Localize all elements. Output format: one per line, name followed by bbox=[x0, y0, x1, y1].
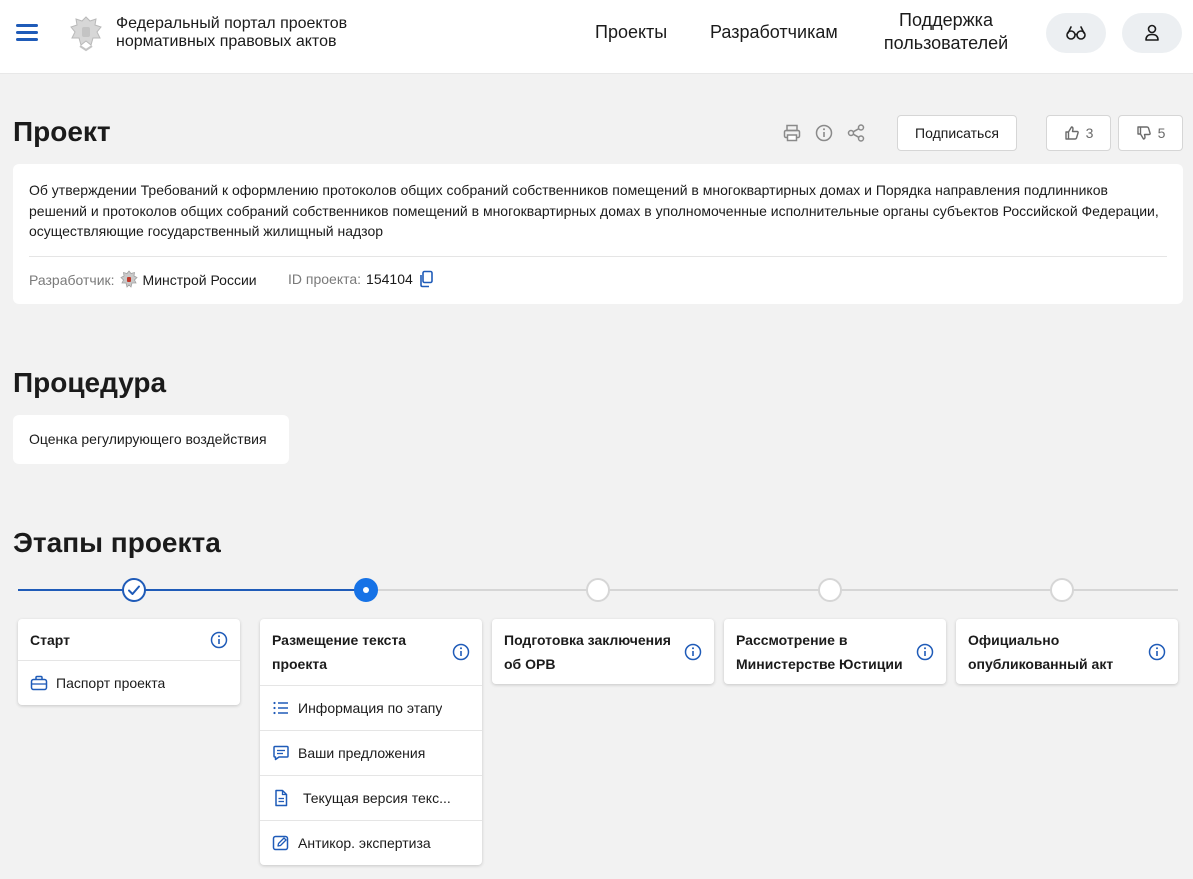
procedure-value: Оценка регулирующего воздействия bbox=[29, 431, 267, 447]
developer-name[interactable]: Минстрой России bbox=[143, 272, 257, 288]
stage-link-label: Информация по этапу bbox=[298, 700, 443, 716]
share-icon[interactable] bbox=[846, 123, 866, 143]
user-icon bbox=[1145, 24, 1159, 41]
stepper-progress-line bbox=[18, 589, 366, 591]
step-2-current bbox=[354, 578, 378, 602]
coat-of-arms-icon bbox=[70, 16, 102, 52]
stage-card-justice-review: Рассмотрение в Министерстве Юстиции bbox=[724, 619, 946, 684]
stage-header: Официально опубликованный акт bbox=[956, 619, 1178, 684]
glasses-icon bbox=[1066, 26, 1086, 40]
stage-name: Старт bbox=[30, 631, 70, 648]
dislike-count: 5 bbox=[1157, 125, 1166, 141]
stage-name: Официально опубликованный акт bbox=[968, 631, 1114, 672]
step-3-pending bbox=[586, 578, 610, 602]
accessibility-button[interactable] bbox=[1046, 13, 1106, 53]
stages-title: Этапы проекта bbox=[13, 527, 221, 558]
project-id-label: ID проекта: bbox=[288, 271, 362, 287]
like-button[interactable]: 3 bbox=[1046, 115, 1111, 151]
copy-icon[interactable] bbox=[418, 270, 434, 288]
step-1-done bbox=[122, 578, 146, 602]
thumbs-down-icon bbox=[1136, 126, 1151, 140]
comment-icon bbox=[273, 745, 289, 761]
briefcase-icon bbox=[30, 675, 48, 691]
stage-link-label: Ваши предложения bbox=[298, 745, 426, 761]
top-header: Федеральный портал проектов нормативных … bbox=[0, 0, 1193, 74]
info-icon[interactable] bbox=[452, 643, 470, 661]
stage-link-passport[interactable]: Паспорт проекта bbox=[18, 660, 240, 705]
divider bbox=[29, 256, 1167, 257]
info-icon[interactable] bbox=[814, 123, 834, 143]
stage-link-anticorruption[interactable]: Антикор. экспертиза bbox=[260, 820, 482, 865]
portal-title[interactable]: Федеральный портал проектов нормативных … bbox=[116, 15, 376, 51]
step-5-pending bbox=[1050, 578, 1074, 602]
stage-link-label: Антикор. экспертиза bbox=[298, 835, 431, 851]
thumbs-up-icon bbox=[1064, 126, 1079, 140]
info-icon[interactable] bbox=[210, 631, 228, 649]
project-id-info: ID проекта: 154104 bbox=[288, 270, 434, 288]
list-icon bbox=[273, 701, 288, 715]
nav-developers[interactable]: Разработчикам bbox=[710, 21, 838, 44]
document-icon bbox=[275, 789, 288, 807]
stage-link-proposals[interactable]: Ваши предложения bbox=[260, 730, 482, 775]
nav-projects[interactable]: Проекты bbox=[595, 21, 667, 44]
page-title: Проект bbox=[13, 116, 111, 147]
stage-header: Рассмотрение в Министерстве Юстиции bbox=[724, 619, 946, 684]
dislike-button[interactable]: 5 bbox=[1118, 115, 1183, 151]
like-count: 3 bbox=[1085, 125, 1094, 141]
procedure-title: Процедура bbox=[13, 367, 167, 398]
stage-name: Подготовка заключения об ОРВ bbox=[504, 631, 671, 672]
edit-icon bbox=[272, 835, 289, 851]
stage-card-orv-conclusion: Подготовка заключения об ОРВ bbox=[492, 619, 714, 684]
check-icon bbox=[128, 585, 140, 595]
stage-name: Рассмотрение в Министерстве Юстиции bbox=[736, 631, 903, 672]
stage-header: Размещение текста проекта bbox=[260, 619, 482, 685]
ministry-emblem-icon bbox=[119, 270, 138, 288]
stage-card-published-act: Официально опубликованный акт bbox=[956, 619, 1178, 684]
project-id-value: 154104 bbox=[366, 271, 413, 287]
stage-card-text-posting: Размещение текста проекта Информация по … bbox=[260, 619, 482, 865]
step-4-pending bbox=[818, 578, 842, 602]
procedure-card: Оценка регулирующего воздействия bbox=[13, 415, 289, 464]
info-icon[interactable] bbox=[684, 643, 702, 661]
nav-support[interactable]: Поддержка пользователей bbox=[878, 9, 1014, 55]
menu-icon[interactable] bbox=[16, 24, 38, 42]
stage-link-label: Паспорт проекта bbox=[56, 675, 166, 691]
info-icon[interactable] bbox=[1148, 643, 1166, 661]
stage-link-label: Текущая версия текс... bbox=[303, 790, 451, 806]
stage-name: Размещение текста проекта bbox=[272, 632, 407, 672]
print-icon[interactable] bbox=[782, 123, 802, 143]
developer-label: Разработчик: bbox=[29, 272, 115, 288]
stage-header: Старт bbox=[18, 619, 240, 660]
stage-link-current-version[interactable]: Текущая версия текс... bbox=[260, 775, 482, 820]
project-card: Об утверждении Требований к оформлению п… bbox=[13, 164, 1183, 304]
stage-link-stage-info[interactable]: Информация по этапу bbox=[260, 685, 482, 730]
stage-header: Подготовка заключения об ОРВ bbox=[492, 619, 714, 684]
project-description: Об утверждении Требований к оформлению п… bbox=[29, 182, 1159, 239]
user-button[interactable] bbox=[1122, 13, 1182, 53]
info-icon[interactable] bbox=[916, 643, 934, 661]
stage-card-start: Старт Паспорт проекта bbox=[18, 619, 240, 705]
subscribe-button[interactable]: Подписаться bbox=[897, 115, 1017, 151]
developer-info: Разработчик: Минстрой России bbox=[29, 270, 257, 290]
